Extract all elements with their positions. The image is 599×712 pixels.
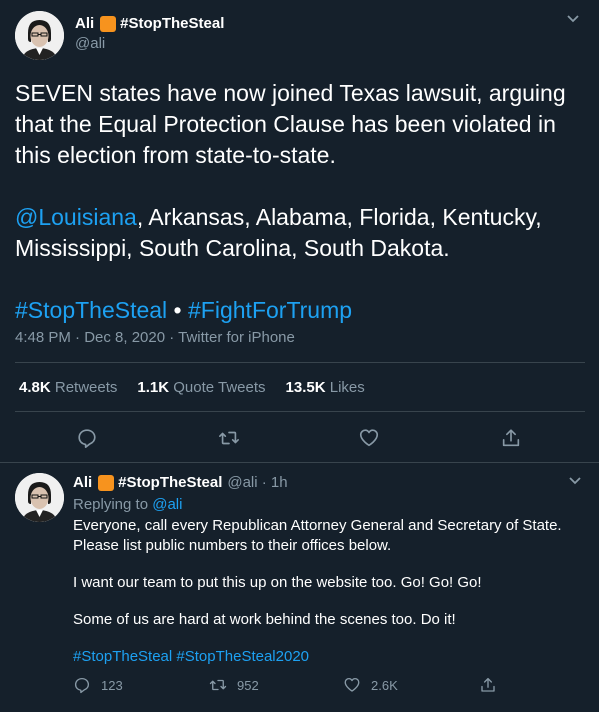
- main-tweet: Ali #StopTheSteal @ali SEVEN states have…: [0, 0, 599, 463]
- avatar[interactable]: [15, 473, 64, 522]
- retweet-count: 952: [237, 677, 259, 693]
- author-handle[interactable]: @ali: [75, 35, 105, 52]
- like-action[interactable]: 2.6K: [343, 676, 398, 694]
- retweet-icon[interactable]: [218, 427, 240, 449]
- share-action[interactable]: [479, 676, 507, 694]
- quotes-label: Quote Tweets: [173, 379, 266, 396]
- author-handle-time[interactable]: @ali · 1h: [227, 474, 287, 491]
- tweet-actions: [0, 425, 599, 451]
- reply-text: Everyone, call every Republican Attorney…: [73, 516, 588, 667]
- orange-square-icon: [98, 474, 115, 491]
- share-icon[interactable]: [500, 427, 522, 449]
- reply-icon: [74, 677, 90, 694]
- reply-action[interactable]: 123: [73, 676, 123, 694]
- reply-paragraph: I want our team to put this up on the we…: [73, 574, 482, 591]
- bullet-separator: •: [167, 297, 189, 323]
- replying-handle-link[interactable]: @ali: [152, 496, 182, 513]
- likes-stat[interactable]: 13.5K Likes: [286, 379, 365, 396]
- reply-icon[interactable]: [76, 427, 98, 449]
- likes-label: Likes: [329, 379, 365, 396]
- tweet-paragraph: @Louisiana, Arkansas, Alabama, Florida, …: [15, 202, 585, 264]
- reply-paragraph: Everyone, call every Republican Attorney…: [73, 517, 562, 554]
- quotes-count: 1.1K: [137, 379, 170, 396]
- like-count: 2.6K: [371, 677, 398, 693]
- divider: [15, 362, 585, 363]
- tweet-stats: 4.8K Retweets 1.1K Quote Tweets 13.5K Li…: [19, 379, 365, 396]
- chevron-down-icon[interactable]: [568, 474, 582, 489]
- hashtag-link[interactable]: #StopTheSteal: [15, 297, 167, 323]
- author-name-row[interactable]: Ali #StopTheSteal: [75, 15, 224, 32]
- reply-actions: 123 952 2.6K: [73, 676, 593, 698]
- display-name[interactable]: Ali: [73, 474, 92, 491]
- reply-count: 123: [101, 677, 123, 693]
- retweets-label: Retweets: [54, 379, 118, 396]
- likes-count: 13.5K: [285, 379, 326, 396]
- quotes-stat[interactable]: 1.1K Quote Tweets: [137, 379, 265, 396]
- replying-prefix: Replying to: [73, 496, 153, 513]
- reply-hashtags[interactable]: #StopTheSteal #StopTheSteal2020: [73, 647, 588, 667]
- author-name-row[interactable]: Ali #StopTheSteal @ali · 1h: [73, 474, 288, 491]
- reply-tweet[interactable]: Ali #StopTheSteal @ali · 1h Replying to …: [0, 464, 599, 712]
- orange-square-icon: [100, 15, 117, 32]
- retweets-stat[interactable]: 4.8K Retweets: [19, 379, 117, 396]
- tweet-timestamp[interactable]: 4:48 PM · Dec 8, 2020 · Twitter for iPho…: [15, 329, 295, 346]
- tweet-text: SEVEN states have now joined Texas lawsu…: [15, 78, 585, 326]
- replying-to: Replying to @ali: [73, 496, 182, 513]
- avatar[interactable]: [15, 11, 64, 60]
- display-name-hashtag[interactable]: #StopTheSteal: [120, 15, 224, 32]
- display-name[interactable]: Ali: [75, 15, 94, 32]
- share-icon: [481, 677, 495, 692]
- chevron-down-icon[interactable]: [566, 12, 580, 27]
- reply-paragraph: Some of us are hard at work behind the s…: [73, 611, 456, 628]
- tweet-hashtags: #StopTheSteal • #FightForTrump: [15, 295, 585, 326]
- retweets-count: 4.8K: [19, 379, 51, 396]
- retweet-icon: [209, 679, 227, 691]
- like-icon[interactable]: [358, 427, 380, 449]
- display-name-hashtag[interactable]: #StopTheSteal: [118, 474, 222, 491]
- tweet-paragraph: SEVEN states have now joined Texas lawsu…: [15, 80, 566, 168]
- mention-link[interactable]: @Louisiana: [15, 204, 137, 230]
- divider: [15, 411, 585, 412]
- retweet-action[interactable]: 952: [209, 676, 259, 694]
- like-icon: [344, 677, 360, 692]
- hashtag-link[interactable]: #FightForTrump: [188, 297, 352, 323]
